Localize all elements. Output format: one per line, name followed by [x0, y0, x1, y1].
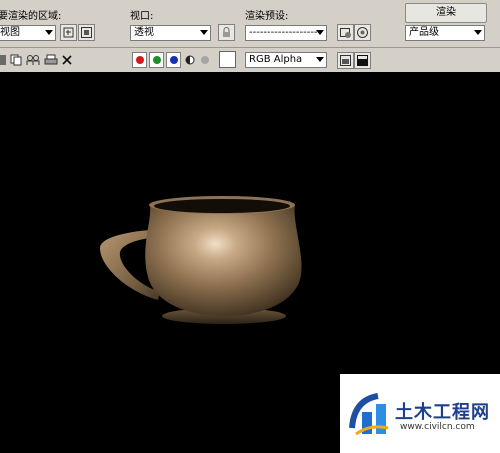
copy-image-icon[interactable] — [10, 54, 22, 66]
render-preset-value: ------------------- — [249, 27, 318, 38]
render-button[interactable]: 渲染 — [405, 3, 487, 23]
preset-label: 渲染预设: — [245, 11, 289, 22]
chevron-down-icon — [316, 57, 324, 62]
save-image-icon[interactable] — [0, 55, 6, 65]
render-quality-dropdown[interactable]: 产品级 — [405, 25, 485, 41]
clone-window-icon[interactable] — [26, 54, 40, 66]
environment-button[interactable] — [354, 24, 371, 41]
toolbar-divider — [0, 47, 500, 48]
ui-overlay-icon — [340, 55, 351, 66]
watermark: 土木工程网 www.civilcn.com — [340, 374, 500, 453]
chevron-down-icon — [45, 30, 53, 35]
watermark-url: www.civilcn.com — [400, 422, 475, 432]
chevron-down-icon — [200, 30, 208, 35]
red-channel-dot — [136, 56, 144, 64]
auto-region-icon — [81, 27, 92, 38]
site-logo-icon — [349, 393, 389, 436]
chevron-down-icon — [474, 30, 482, 35]
monochrome-icon[interactable] — [201, 56, 209, 64]
green-channel-toggle[interactable] — [149, 52, 164, 68]
auto-region-button[interactable] — [78, 24, 95, 41]
ui-panel-icon — [357, 55, 368, 66]
background-color-swatch[interactable] — [219, 51, 236, 68]
edit-region-icon — [63, 27, 74, 38]
channel-display-value: RGB Alpha — [249, 54, 303, 65]
viewport-dropdown[interactable]: 透视 — [130, 25, 211, 41]
toggle-ui-overlay-button[interactable] — [337, 52, 354, 69]
alpha-channel-icon[interactable] — [185, 55, 195, 65]
toggle-ui-button[interactable] — [354, 52, 371, 69]
area-label: 要渲染的区域: — [0, 11, 62, 22]
green-channel-dot — [153, 56, 161, 64]
viewport-label: 视口: — [130, 11, 154, 22]
render-quality-value: 产品级 — [409, 27, 439, 38]
watermark-title: 土木工程网 — [395, 402, 490, 423]
viewport-value: 透视 — [134, 27, 154, 38]
print-icon[interactable] — [44, 54, 58, 66]
edit-region-button[interactable] — [60, 24, 77, 41]
teapot-icon — [357, 27, 368, 38]
render-preset-dropdown[interactable]: ------------------- — [245, 25, 327, 41]
render-area-value: 视图 — [0, 27, 20, 38]
red-channel-toggle[interactable] — [132, 52, 147, 68]
render-area-dropdown[interactable]: 视图 — [0, 25, 56, 41]
render-setup-icon — [340, 28, 351, 38]
channel-display-dropdown[interactable]: RGB Alpha — [245, 52, 327, 68]
blue-channel-dot — [170, 56, 178, 64]
chevron-down-icon — [316, 30, 324, 35]
lock-viewport-button[interactable] — [218, 24, 235, 41]
blue-channel-toggle[interactable] — [166, 52, 181, 68]
lock-icon — [223, 27, 230, 37]
render-setup-button[interactable] — [337, 24, 354, 41]
clear-icon[interactable] — [61, 54, 73, 66]
